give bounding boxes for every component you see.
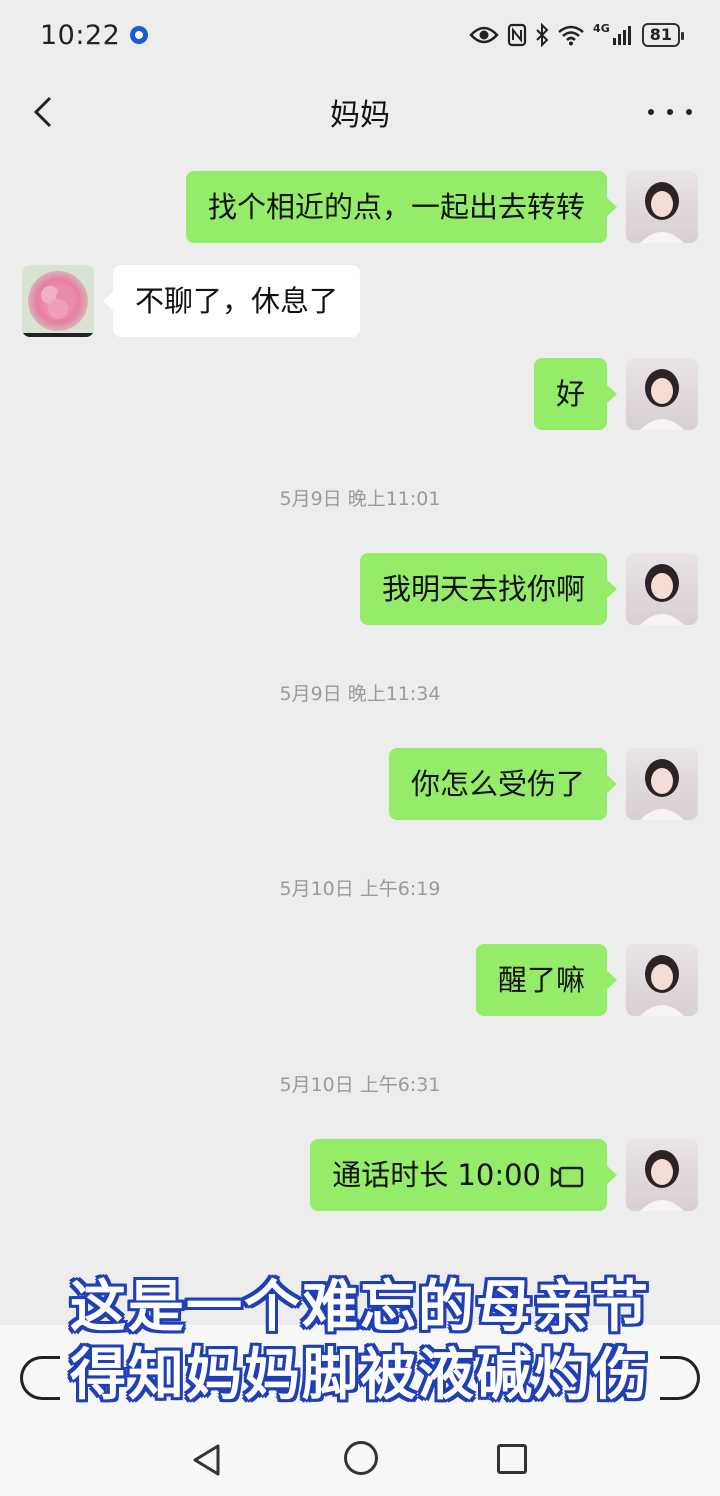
wifi-icon [558,25,584,46]
timestamp: 5月9日 晚上11:34 [279,683,441,705]
more-options-button[interactable] [648,94,692,130]
more-dot-icon [648,109,654,115]
back-arrow-icon[interactable] [28,94,64,130]
chat-header: 妈妈 [0,70,720,154]
chat-title: 妈妈 [330,98,390,133]
message-bubble-self[interactable]: 你怎么受伤了 [388,748,618,820]
status-bar: 10:22 4G 81 [0,0,720,70]
more-dot-icon [667,109,673,115]
avatar-self[interactable] [626,553,698,625]
avatar-self[interactable] [626,1139,698,1211]
avatar-self[interactable] [626,171,698,243]
timestamp: 5月9日 晚上11:01 [279,488,441,510]
avatar-self[interactable] [626,358,698,430]
call-duration-bubble[interactable]: 通话时长 10:00 [310,1139,617,1211]
message-bubble-self[interactable]: 我明天去找你啊 [359,553,618,625]
avatar-mom[interactable] [22,265,94,337]
status-left: 10:22 [40,19,149,51]
notification-icon [130,26,149,44]
timestamp: 5月10日 上午6:19 [279,878,441,900]
call-duration-text: 通话时长 10:00 [332,1158,541,1192]
video-call-icon [550,1166,584,1188]
nav-home-icon[interactable] [344,1441,378,1475]
nfc-icon [507,23,527,47]
bluetooth-icon [536,23,549,47]
signal-icon [612,26,631,45]
message-bubble-self[interactable]: 好 [533,358,618,430]
more-dot-icon [686,109,692,115]
message-bubble-other[interactable]: 不聊了，休息了 [102,265,361,337]
timestamp: 5月10日 上午6:31 [279,1074,441,1096]
message-bubble-self[interactable]: 找个相近的点，一起出去转转 [185,171,618,243]
network-type: 4G [593,21,610,35]
nav-recents-icon[interactable] [497,1444,527,1474]
avatar-self[interactable] [626,748,698,820]
nav-back-icon[interactable] [190,1443,224,1477]
status-right: 4G 81 [469,21,685,47]
system-nav-bar [0,1411,720,1496]
status-time: 10:22 [40,19,121,51]
battery-indicator: 81 [641,23,685,47]
eye-icon [469,26,499,44]
avatar-self[interactable] [626,944,698,1016]
message-bubble-self[interactable]: 醒了嘛 [475,944,618,1016]
caption-line-2: 得知妈妈脚被液碱灼伤 [70,1343,650,1408]
